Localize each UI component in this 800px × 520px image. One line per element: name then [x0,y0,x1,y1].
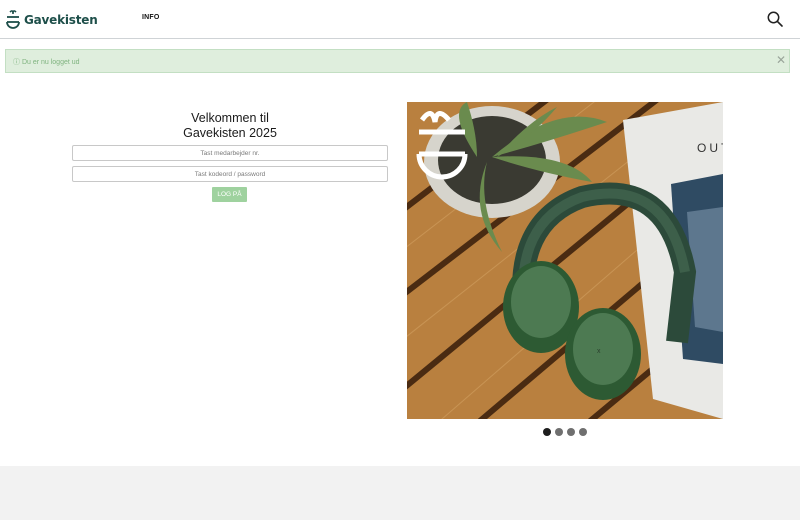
password-input[interactable] [72,166,388,182]
carousel-dot-2[interactable] [555,428,563,436]
brand-logo[interactable]: Gavekisten [5,9,98,31]
alert-message: ⓘ Du er nu logget ud [13,59,80,66]
employee-number-input[interactable] [72,145,388,161]
carousel-image: OUT x [407,102,723,419]
svg-text:x: x [597,348,601,355]
site-header: Gavekisten INFO [0,0,800,39]
welcome-heading: Velkommen til Gavekisten 2025 [72,111,388,141]
login-button[interactable]: LOG PÅ [212,187,247,202]
magazine-text: OUT [697,141,723,155]
headphones-photo: OUT x [407,102,723,419]
logout-alert: ⓘ Du er nu logget ud ✕ [5,49,790,73]
page-footer [0,466,800,520]
carousel-dot-1[interactable] [543,428,551,436]
welcome-line-1: Velkommen til [191,111,269,125]
gift-logo-icon [6,10,20,29]
welcome-line-2: Gavekisten 2025 [183,126,277,140]
nav-info-link[interactable]: INFO [142,14,160,21]
brand-name: Gavekisten [24,13,98,27]
carousel-dot-4[interactable] [579,428,587,436]
carousel-dots [543,428,587,436]
search-icon[interactable] [766,10,784,28]
close-icon[interactable]: ✕ [776,54,786,66]
carousel-dot-3[interactable] [567,428,575,436]
